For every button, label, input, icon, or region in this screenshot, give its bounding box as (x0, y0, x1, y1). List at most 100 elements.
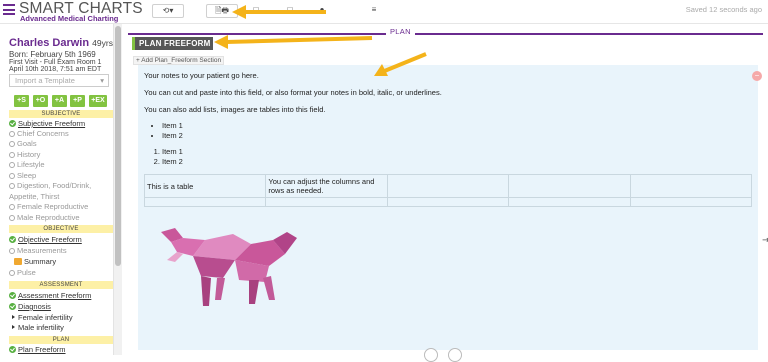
sidebar-item-plan-freeform[interactable]: Plan Freeform (9, 345, 66, 354)
nav-label: Goals (17, 139, 37, 148)
objective-header: OBJECTIVE (9, 225, 113, 233)
remove-section-icon[interactable]: − (752, 71, 762, 81)
sidebar-item-subjective-freeform[interactable]: Subjective Freeform (9, 119, 85, 128)
editor-line-1: Your notes to your patient go here. (144, 71, 259, 80)
list-icon[interactable]: ≡ (358, 4, 390, 18)
nav-label: Male infertility (18, 323, 64, 332)
nav-label: Lifestyle (17, 160, 45, 169)
patient-born: Born: February 5th 1969 (9, 50, 96, 59)
sidebar-item-diagnosis[interactable]: Diagnosis (9, 302, 51, 311)
patient-datetime: April 10th 2018, 7:51 am EDT (9, 66, 102, 73)
sidebar-item-female-infertility[interactable]: Female infertility (12, 313, 73, 322)
scrollbar-thumb[interactable] (115, 26, 121, 266)
list-item: Item 1 (162, 147, 183, 157)
sidebar-item-female-reproductive[interactable]: Female Reproductive (9, 202, 88, 211)
table-cell[interactable]: You can adjust the columns and rows as n… (265, 174, 388, 198)
sidebar: Charles Darwin 49yrs. Born: February 5th… (0, 24, 122, 355)
table-cell[interactable] (386, 174, 510, 198)
sidebar-item-objective-freeform[interactable]: Objective Freeform (9, 235, 82, 244)
refresh-icon (9, 152, 15, 158)
refresh-icon (9, 183, 15, 189)
table-cell[interactable] (508, 174, 631, 198)
nav-label: Measurements (17, 246, 67, 255)
check-icon (9, 303, 16, 310)
plan-section-label: PLAN (386, 27, 415, 36)
table-row (143, 197, 753, 207)
table-cell[interactable] (629, 197, 753, 207)
table-cell[interactable] (508, 197, 631, 207)
sidebar-item-summary[interactable]: Summary (14, 257, 56, 266)
annotation-arrow-icon (374, 52, 427, 76)
sidebar-item-pulse[interactable]: Pulse (9, 268, 36, 277)
sidebar-scrollbar[interactable] (113, 24, 122, 355)
numbered-list: Item 1 Item 2 (162, 147, 183, 167)
refresh-icon (9, 204, 15, 210)
refresh-icon (9, 131, 15, 137)
check-icon (9, 346, 16, 353)
nav-label: Summary (24, 257, 57, 266)
sidebar-item-assessment-freeform[interactable]: Assessment Freeform (9, 291, 91, 300)
sidebar-item-goals[interactable]: Goals (9, 139, 37, 148)
sidebar-item-digestion-cont[interactable]: Appetite, Thirst (9, 192, 59, 201)
sidebar-item-lifestyle[interactable]: Lifestyle (9, 160, 45, 169)
scroll-up-icon[interactable] (424, 348, 438, 362)
sidebar-item-sleep[interactable]: Sleep (9, 171, 36, 180)
table-row: This is a table You can adjust the colum… (143, 174, 753, 198)
caret-right-icon (12, 325, 15, 329)
add-s-button[interactable]: +S (14, 95, 29, 107)
rich-text-editor[interactable]: Your notes to your patient go here. You … (138, 65, 758, 350)
caret-right-icon (12, 315, 15, 319)
add-a-button[interactable]: +A (52, 95, 67, 107)
list-item: Item 1 (162, 121, 183, 131)
refresh-icon (9, 270, 15, 276)
nav-label: Diagnosis (18, 302, 51, 311)
check-icon (9, 120, 16, 127)
history-button[interactable]: ⟲▾ (152, 4, 184, 18)
nav-label: Digestion, Food/Drink, (17, 181, 92, 190)
nav-label: Female infertility (18, 313, 73, 322)
sidebar-item-digestion[interactable]: Digestion, Food/Drink, (9, 181, 91, 190)
app-subtitle: Advanced Medical Charting (20, 14, 119, 23)
refresh-icon (9, 173, 15, 179)
list-item: Item 2 (162, 157, 183, 167)
sidebar-item-male-reproductive[interactable]: Male Reproductive (9, 213, 80, 222)
template-placeholder: Import a Template (15, 76, 75, 85)
patient-name: Charles Darwin 49yrs. (9, 37, 115, 49)
plan-header: PLAN (9, 336, 113, 344)
sidebar-item-history[interactable]: History (9, 150, 40, 159)
add-p-button[interactable]: +P (70, 95, 85, 107)
nav-label: Female Reproductive (17, 202, 89, 211)
refresh-icon (9, 248, 15, 254)
list-item: Item 2 (162, 131, 183, 141)
add-o-button[interactable]: +O (33, 95, 48, 107)
nav-label: Pulse (17, 268, 36, 277)
template-select[interactable]: Import a Template ▾ (9, 74, 109, 87)
saved-status: Saved 12 seconds ago (685, 5, 762, 14)
nav-label: Male Reproductive (17, 213, 80, 222)
add-plan-freeform-link[interactable]: + Add Plan_Freeform Section (133, 56, 225, 65)
chart-icon (14, 258, 22, 265)
add-ex-button[interactable]: +EX (89, 95, 107, 107)
top-bar: SMART CHARTS Advanced Medical Charting ⟲… (0, 0, 768, 24)
nav-label: History (17, 150, 41, 159)
origami-bull-image[interactable] (153, 220, 303, 310)
sidebar-item-chief-concerns[interactable]: Chief Concerns (9, 129, 69, 138)
sidebar-item-measurements[interactable]: Measurements (9, 246, 67, 255)
assessment-header: ASSESSMENT (9, 281, 113, 289)
editor-line-2: You can cut and paste into this field, o… (144, 88, 442, 97)
table-cell[interactable]: This is a table (143, 174, 267, 198)
refresh-icon (9, 162, 15, 168)
nav-label: Assessment Freeform (18, 291, 92, 300)
main-content: PLAN PLAN FREEFORM + Add Plan_Freeform S… (128, 27, 768, 355)
table-cell[interactable] (629, 174, 753, 198)
scroll-down-icon[interactable] (448, 348, 462, 362)
cursor-icon: ⇥ (762, 235, 768, 246)
plan-freeform-title: PLAN FREEFORM (132, 37, 213, 50)
patient-age: 49yrs. (92, 38, 116, 48)
table-cell[interactable] (265, 197, 388, 207)
table-cell[interactable] (386, 197, 510, 207)
menu-icon[interactable] (3, 4, 15, 15)
table-cell[interactable] (143, 197, 267, 207)
editor-table[interactable]: This is a table You can adjust the colum… (143, 174, 753, 207)
sidebar-item-male-infertility[interactable]: Male infertility (12, 323, 64, 332)
